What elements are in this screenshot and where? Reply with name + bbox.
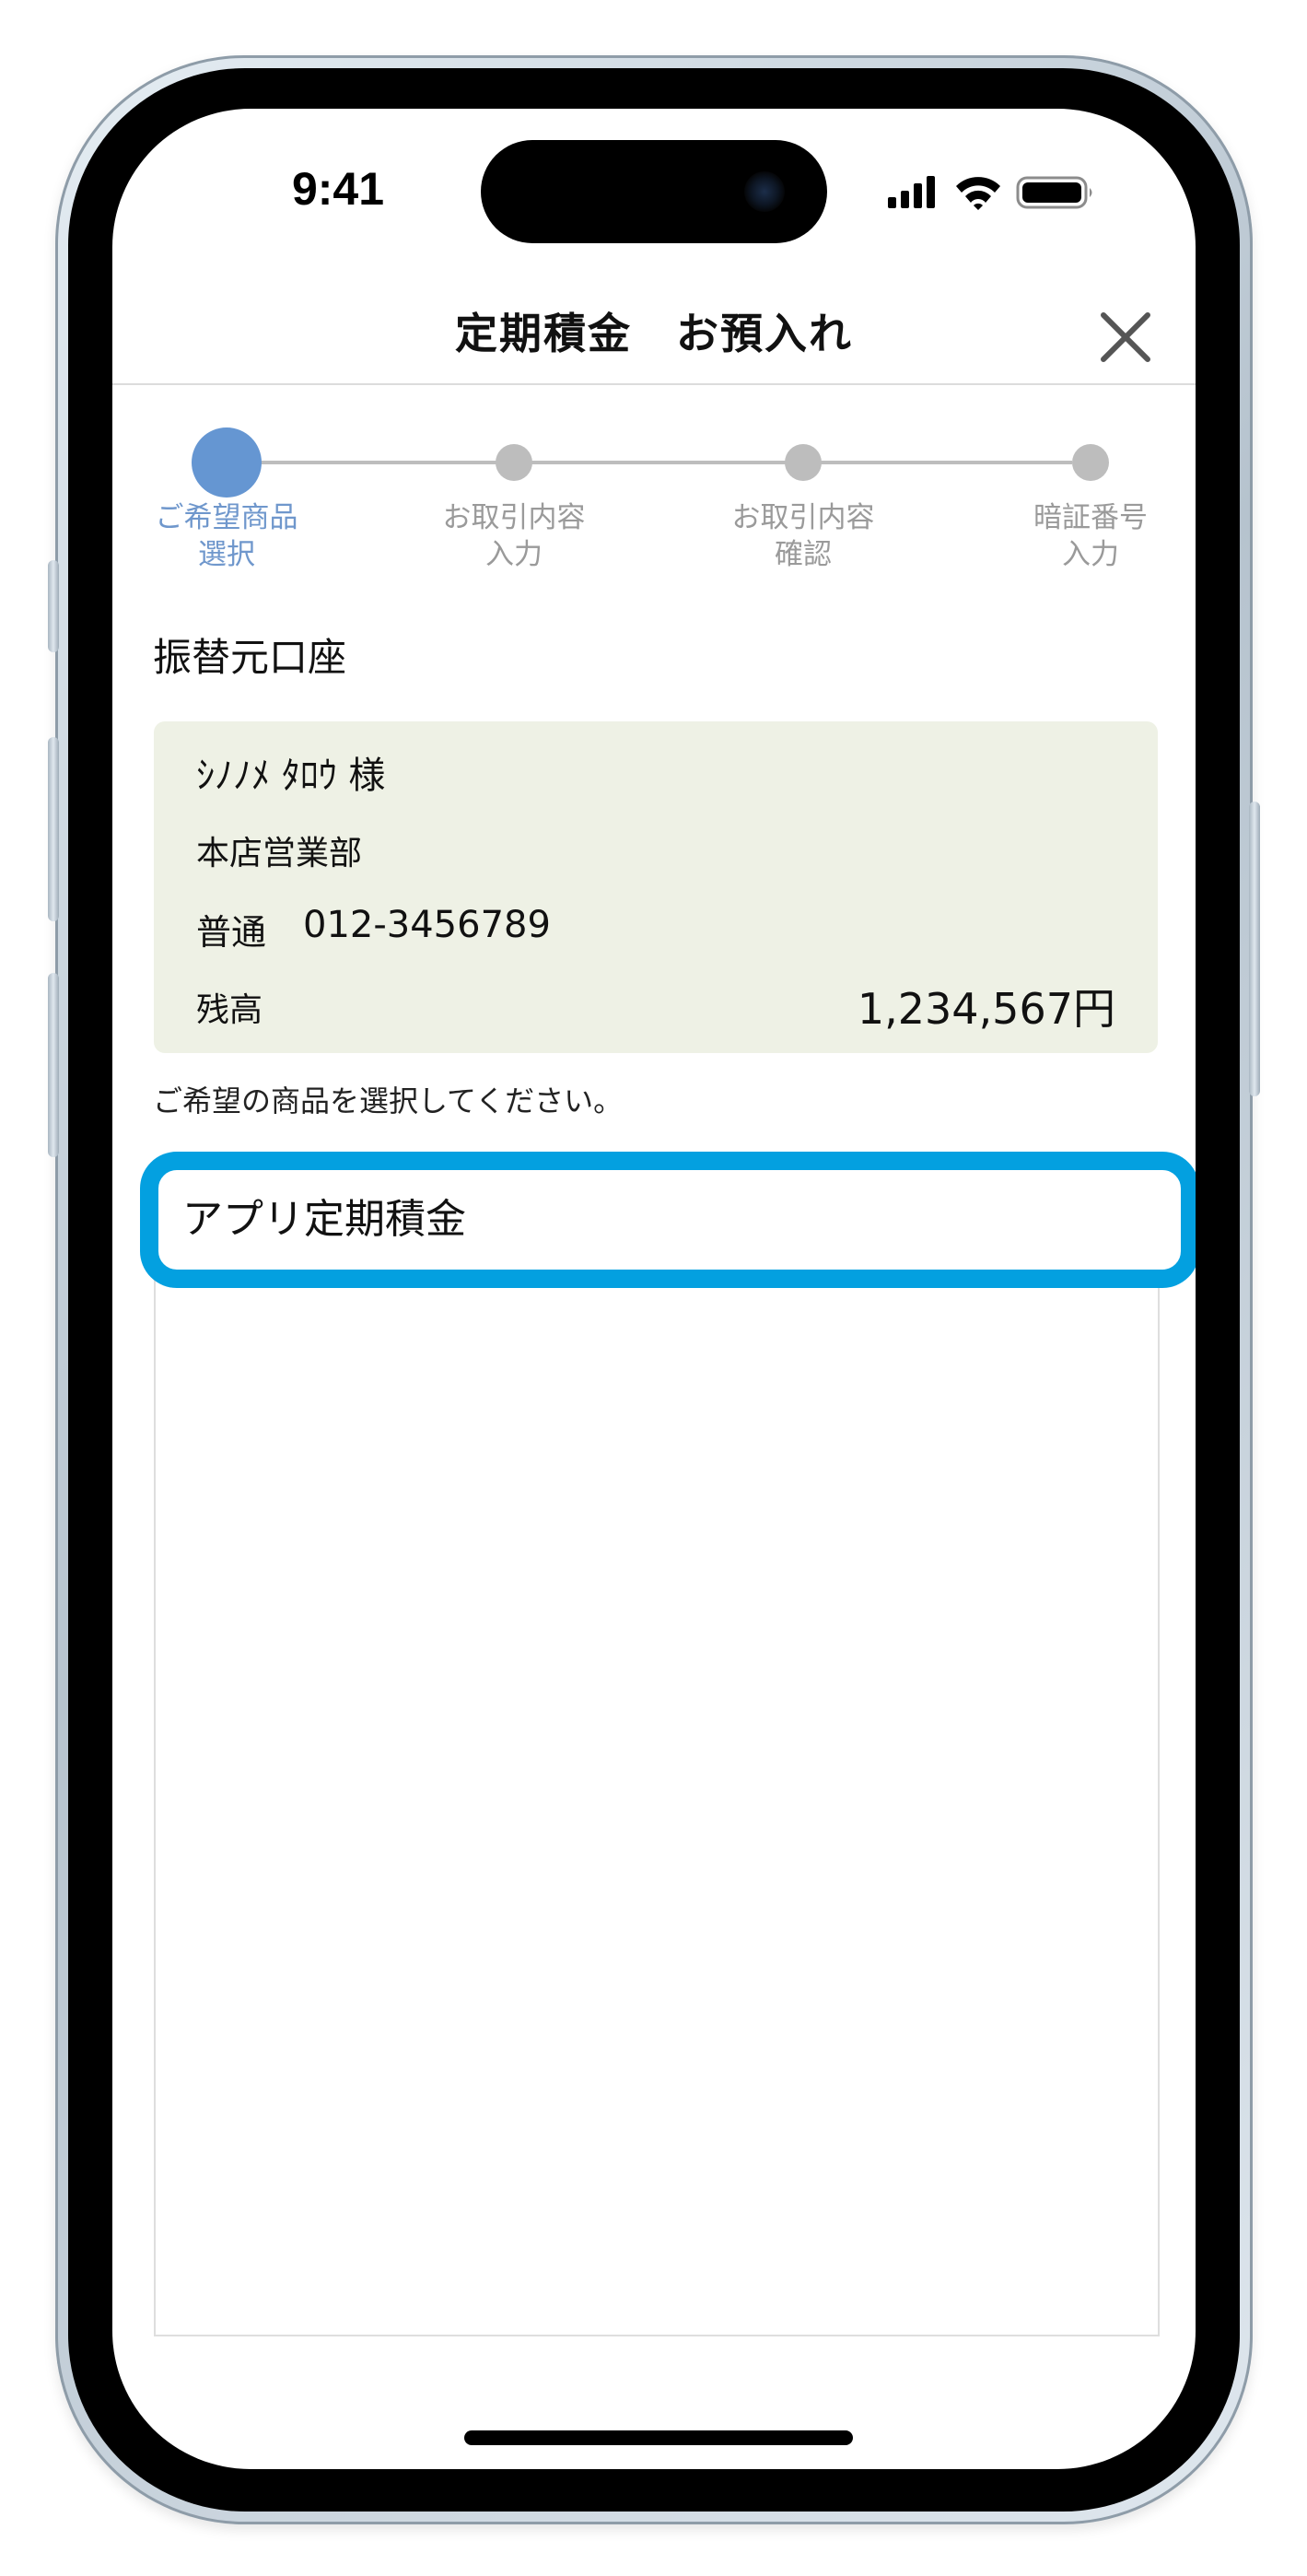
step-transaction-confirm: お取引内容 確認 [711, 422, 895, 573]
balance-value: 1,234,567円 [857, 984, 1115, 1034]
balance-label: 残高 [196, 991, 263, 1029]
action-button [48, 560, 59, 652]
product-item-app-savings[interactable]: アプリ定期積金 [140, 1152, 1196, 1288]
step-label: お取引内容 入力 [442, 501, 586, 571]
volume-down-button [48, 973, 59, 1157]
power-button [1249, 802, 1260, 1096]
step-dot [785, 444, 822, 481]
product-label: アプリ定期積金 [182, 1196, 466, 1243]
stepper-line [241, 461, 1072, 464]
volume-up-button [48, 737, 59, 921]
step-pin-input: 暗証番号 入力 [998, 422, 1183, 573]
status-icons [888, 176, 1092, 210]
step-product-selection: ご希望商品 選択 [134, 422, 319, 573]
progress-stepper: ご希望商品 選択 お取引内容 入力 お取引内容 確認 暗証番号 入力 [112, 422, 1196, 571]
account-branch: 本店営業部 [196, 835, 363, 872]
step-transaction-input: お取引内容 入力 [422, 422, 606, 573]
step-label: ご希望商品 選択 [155, 501, 298, 571]
status-time: 9:41 [291, 163, 385, 215]
account-type: 普通 [196, 912, 267, 953]
step-dot-active [192, 427, 262, 498]
wifi-icon [956, 177, 1000, 210]
close-icon[interactable] [1098, 310, 1153, 365]
step-label: 暗証番号 入力 [1033, 501, 1148, 571]
account-card: ｼﾉﾉﾒ ﾀﾛｳ 様 本店営業部 普通 012-3456789 残高 1,234… [154, 721, 1158, 1053]
section-title-source-account: 振替元口座 [153, 635, 347, 680]
product-list [154, 1179, 1160, 2336]
home-indicator[interactable] [464, 2430, 853, 2445]
step-label: お取引内容 確認 [731, 501, 875, 571]
account-number: 012-3456789 [303, 904, 551, 946]
screen: 9:41 定期積金 お預入れ ご希望商品 選択 お取引内容 入力 お取引内容 確… [112, 109, 1196, 2469]
account-holder-name: ｼﾉﾉﾒ ﾀﾛｳ 様 [196, 755, 386, 797]
page-title: 定期積金 お預入れ [455, 309, 853, 358]
battery-icon [1016, 176, 1092, 209]
header: 定期積金 お預入れ [112, 284, 1196, 385]
cellular-signal-icon [888, 176, 935, 208]
dynamic-island [481, 140, 827, 243]
step-dot [1072, 444, 1109, 481]
step-dot [496, 444, 532, 481]
instruction-text: ご希望の商品を選択してください。 [153, 1083, 624, 1118]
front-camera-icon [744, 171, 785, 212]
